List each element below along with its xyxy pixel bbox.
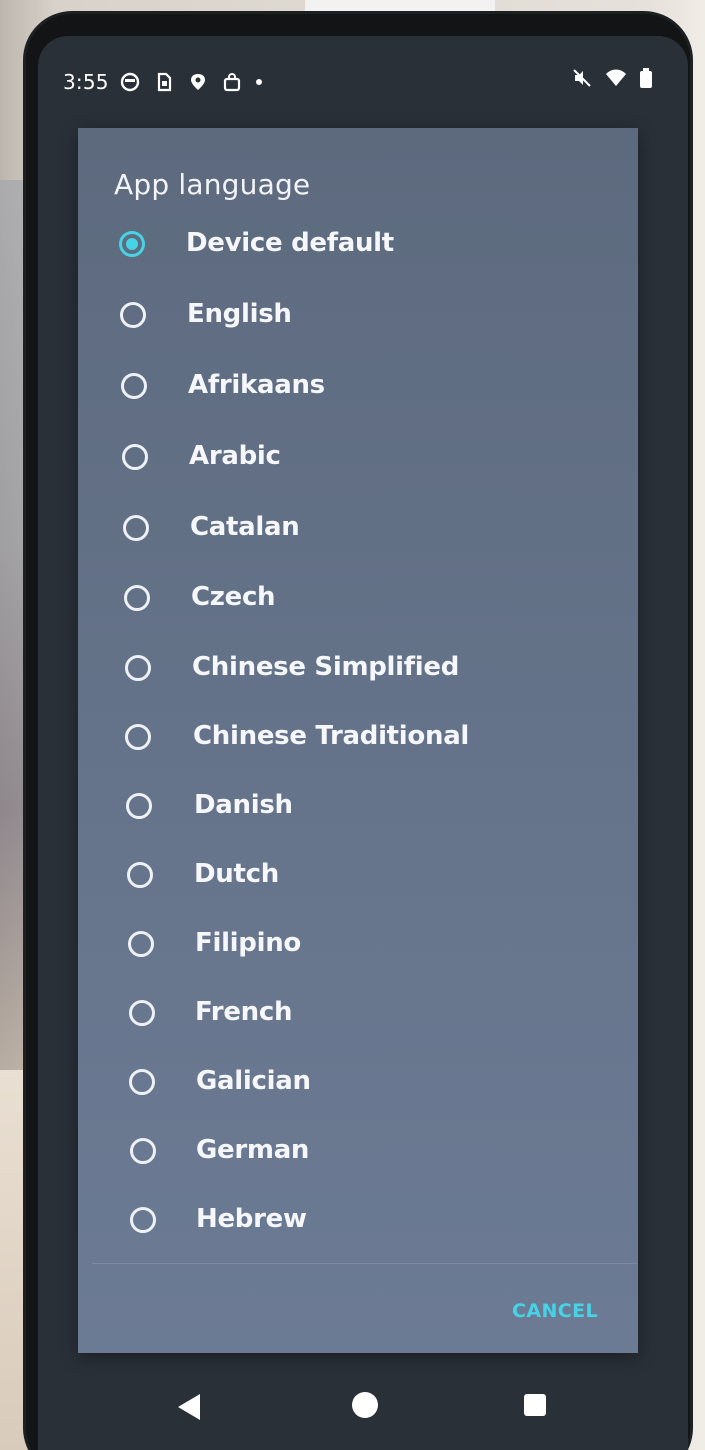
navigation-bar <box>38 1366 688 1436</box>
option-label: Filipino <box>195 928 301 958</box>
notification-icons <box>120 72 262 92</box>
cancel-button[interactable]: CANCEL <box>506 1296 604 1326</box>
language-option-german[interactable]: German <box>78 1123 638 1183</box>
language-option-filipino[interactable]: Filipino <box>78 916 638 976</box>
option-label: German <box>196 1135 310 1165</box>
radio-button[interactable] <box>120 302 146 328</box>
option-label: Hebrew <box>196 1204 307 1234</box>
system-icons <box>572 68 652 88</box>
shopping-bag-icon <box>223 73 241 92</box>
mute-vibrate-icon <box>573 69 591 87</box>
photo-scene: 3:55 App language Device default English… <box>0 0 705 1450</box>
option-label: Galician <box>196 1066 311 1096</box>
option-label: Czech <box>191 582 276 612</box>
language-option-french[interactable]: French <box>78 985 638 1045</box>
option-label: Catalan <box>190 512 300 542</box>
phone-screen: 3:55 App language Device default English… <box>38 36 688 1450</box>
language-option-czech[interactable]: Czech <box>78 570 638 630</box>
language-option-device-default[interactable]: Device default <box>78 216 638 276</box>
location-pin-icon <box>191 74 205 90</box>
language-option-afrikaans[interactable]: Afrikaans <box>78 358 638 418</box>
option-label: Afrikaans <box>188 370 325 400</box>
radio-button[interactable] <box>130 1207 156 1233</box>
wifi-icon <box>606 69 626 86</box>
radio-button[interactable] <box>121 373 147 399</box>
radio-button[interactable] <box>128 931 154 957</box>
radio-button[interactable] <box>123 515 149 541</box>
status-bar: 3:55 <box>38 64 688 104</box>
option-label: Arabic <box>189 441 281 471</box>
language-option-danish[interactable]: Danish <box>78 778 638 838</box>
language-option-catalan[interactable]: Catalan <box>78 500 638 560</box>
app-language-dialog: App language Device default English Afri… <box>78 128 638 1353</box>
option-label: French <box>195 997 293 1027</box>
radio-button[interactable] <box>129 1069 155 1095</box>
radio-button[interactable] <box>126 793 152 819</box>
radio-button[interactable] <box>127 862 153 888</box>
circle-face-icon <box>120 72 140 92</box>
radio-button-selected[interactable] <box>119 231 145 257</box>
option-label: Danish <box>194 790 293 820</box>
radio-button[interactable] <box>129 1000 155 1026</box>
home-icon[interactable] <box>352 1392 378 1418</box>
more-notifications-dot <box>256 79 262 85</box>
option-label: Chinese Traditional <box>193 721 470 751</box>
language-option-dutch[interactable]: Dutch <box>78 847 638 907</box>
status-time: 3:55 <box>63 70 109 94</box>
battery-icon <box>640 68 652 88</box>
language-option-chinese-traditional[interactable]: Chinese Traditional <box>78 709 638 769</box>
language-option-hebrew[interactable]: Hebrew <box>78 1192 638 1252</box>
radio-button[interactable] <box>130 1138 156 1164</box>
radio-button[interactable] <box>124 585 150 611</box>
option-label: Dutch <box>194 859 279 889</box>
option-label: Chinese Simplified <box>192 652 460 682</box>
option-label: Device default <box>186 228 394 258</box>
dialog-divider <box>92 1263 638 1264</box>
language-option-arabic[interactable]: Arabic <box>78 429 638 489</box>
dialog-title: App language <box>114 168 311 201</box>
option-label: English <box>187 299 292 329</box>
radio-button[interactable] <box>125 655 151 681</box>
language-option-galician[interactable]: Galician <box>78 1054 638 1114</box>
radio-button[interactable] <box>122 444 148 470</box>
language-option-english[interactable]: English <box>78 287 638 347</box>
sim-card-icon <box>157 72 172 92</box>
back-icon[interactable] <box>178 1394 200 1420</box>
language-option-chinese-simplified[interactable]: Chinese Simplified <box>78 640 638 700</box>
recents-icon[interactable] <box>524 1394 546 1416</box>
radio-button[interactable] <box>125 724 151 750</box>
